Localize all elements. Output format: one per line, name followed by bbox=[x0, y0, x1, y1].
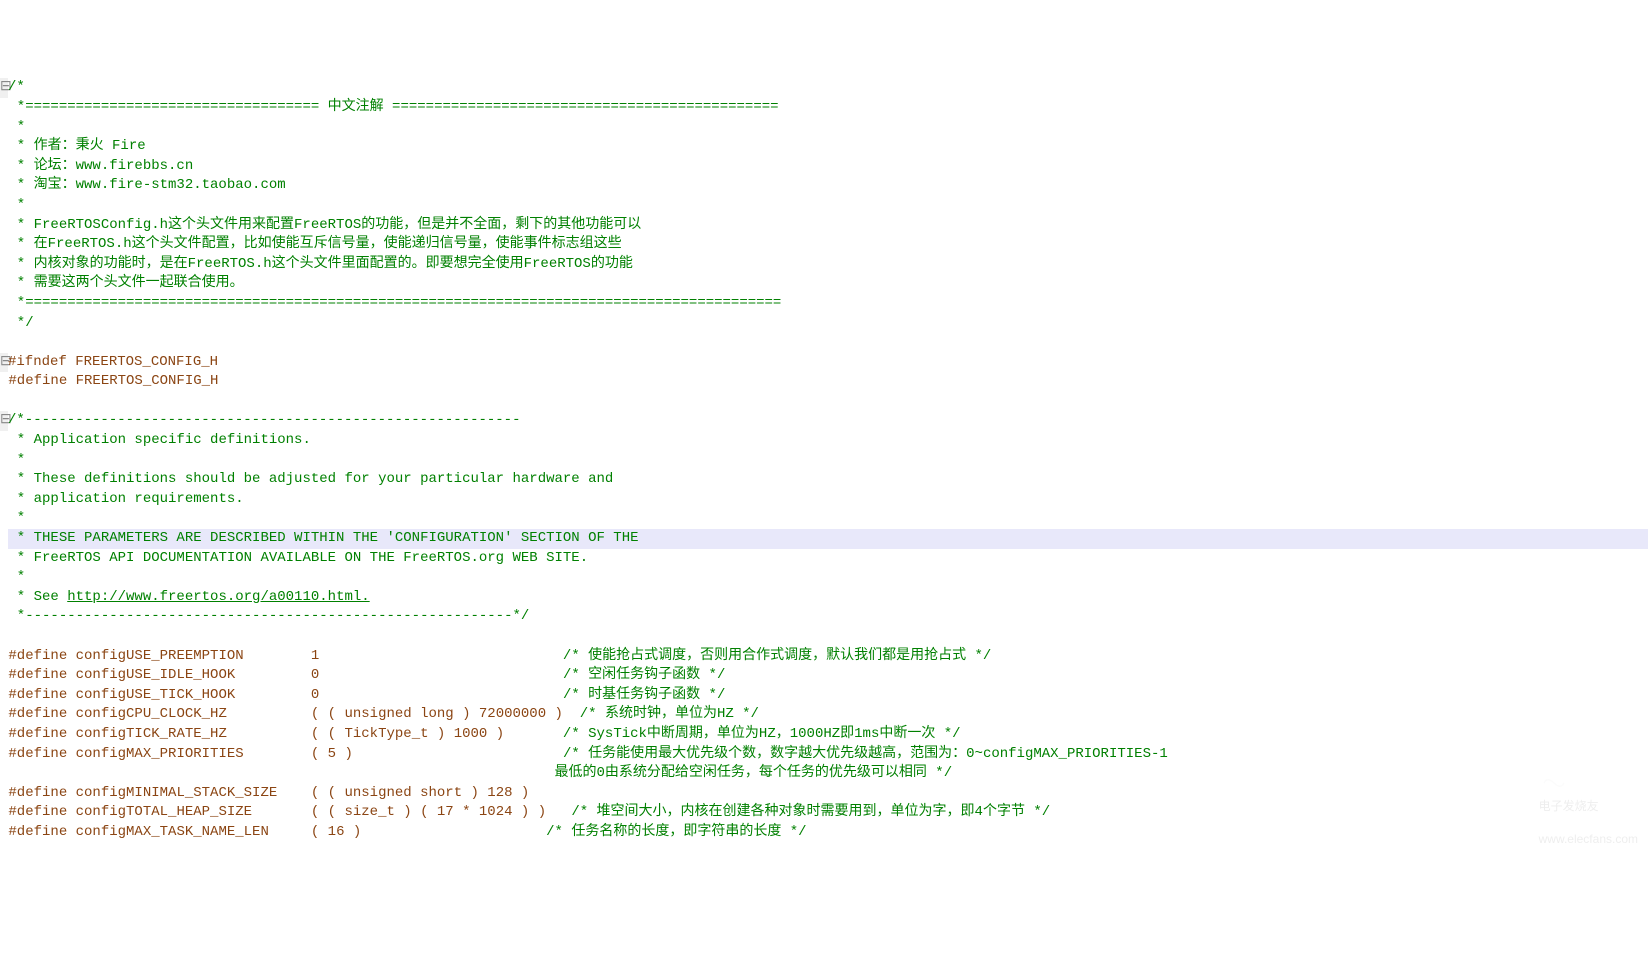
define-keyword: #define bbox=[8, 667, 67, 683]
preprocessor-ifndef: #ifndef FREERTOS_CONFIG_H bbox=[8, 354, 218, 370]
comment-line: * application requirements. bbox=[8, 491, 243, 507]
fold-gutter[interactable]: ⊟ bbox=[0, 353, 8, 373]
macro-name: configUSE_PREEMPTION bbox=[76, 648, 244, 664]
macro-name: configUSE_TICK_HOOK bbox=[76, 687, 236, 703]
comment-line: * 需要这两个头文件一起联合使用。 bbox=[8, 275, 243, 291]
define-keyword: #define bbox=[8, 687, 67, 703]
macro-value: ( ( unsigned long ) 72000000 ) bbox=[311, 706, 563, 722]
comment-line: *=================================== 中文注… bbox=[8, 99, 778, 115]
comment-line: * bbox=[8, 510, 25, 526]
comment-line: /* bbox=[8, 79, 25, 95]
comment-line: * bbox=[8, 197, 25, 213]
inline-comment: /* 系统时钟，单位为HZ */ bbox=[580, 706, 759, 722]
macro-name: configMAX_PRIORITIES bbox=[76, 746, 244, 762]
comment-line: * Application specific definitions. bbox=[8, 432, 310, 448]
documentation-link[interactable]: http://www.freertos.org/a00110.html. bbox=[67, 589, 369, 605]
inline-comment: /* 时基任务钩子函数 */ bbox=[563, 687, 725, 703]
comment-line: * FreeRTOSConfig.h这个头文件用来配置FreeRTOS的功能，但… bbox=[8, 217, 641, 233]
comment-line: */ bbox=[8, 315, 33, 331]
comment-line: * These definitions should be adjusted f… bbox=[8, 471, 613, 487]
inline-comment: /* 堆空间大小，内核在创建各种对象时需要用到，单位为字，即4个字节 */ bbox=[571, 804, 1050, 820]
macro-name: configTOTAL_HEAP_SIZE bbox=[76, 804, 252, 820]
define-keyword: #define bbox=[8, 648, 67, 664]
comment-line: * 作者：秉火 Fire bbox=[8, 138, 145, 154]
inline-comment: /* 任务名称的长度，即字符串的长度 */ bbox=[546, 824, 806, 840]
comment-line: * bbox=[8, 452, 25, 468]
comment-line: * bbox=[8, 119, 25, 135]
macro-value: 0 bbox=[311, 687, 319, 703]
macro-name: configTICK_RATE_HZ bbox=[76, 726, 227, 742]
comment-line: * 内核对象的功能时，是在FreeRTOS.h这个头文件里面配置的。即要想完全使… bbox=[8, 256, 632, 272]
comment-line: /*--------------------------------------… bbox=[8, 412, 520, 428]
preprocessor-define: #define FREERTOS_CONFIG_H bbox=[8, 373, 218, 389]
comment-line: * See bbox=[8, 589, 67, 605]
macro-name: configMINIMAL_STACK_SIZE bbox=[76, 785, 278, 801]
comment-line: *---------------------------------------… bbox=[8, 608, 529, 624]
code-editor-view: ⊟/* *===================================… bbox=[0, 78, 1648, 842]
fold-gutter[interactable]: ⊟ bbox=[0, 78, 8, 98]
inline-comment-cont: 最低的0由系统分配给空闲任务，每个任务的优先级可以相同 */ bbox=[555, 765, 953, 781]
macro-value: ( 16 ) bbox=[311, 824, 361, 840]
comment-line: * THESE PARAMETERS ARE DESCRIBED WITHIN … bbox=[8, 530, 638, 546]
macro-name: configMAX_TASK_NAME_LEN bbox=[76, 824, 269, 840]
define-keyword: #define bbox=[8, 824, 67, 840]
macro-value: 0 bbox=[311, 667, 319, 683]
inline-comment: /* 使能抢占式调度，否则用合作式调度，默认我们都是用抢占式 */ bbox=[563, 648, 991, 664]
define-keyword: #define bbox=[8, 706, 67, 722]
comment-line: * 淘宝：www.fire-stm32.taobao.com bbox=[8, 177, 285, 193]
define-keyword: #define bbox=[8, 746, 67, 762]
fold-gutter[interactable]: ⊟ bbox=[0, 411, 8, 431]
comment-line: * FreeRTOS API DOCUMENTATION AVAILABLE O… bbox=[8, 550, 588, 566]
comment-line: *=======================================… bbox=[8, 295, 781, 311]
comment-line: * 在FreeRTOS.h这个头文件配置，比如使能互斥信号量，使能递归信号量，使… bbox=[8, 236, 621, 252]
comment-line: * 论坛：www.firebbs.cn bbox=[8, 158, 193, 174]
macro-value: ( ( size_t ) ( 17 * 1024 ) ) bbox=[311, 804, 546, 820]
macro-value: ( 5 ) bbox=[311, 746, 353, 762]
highlighted-line: * THESE PARAMETERS ARE DESCRIBED WITHIN … bbox=[8, 529, 1648, 549]
macro-name: configCPU_CLOCK_HZ bbox=[76, 706, 227, 722]
macro-value: ( ( unsigned short ) 128 ) bbox=[311, 785, 529, 801]
define-keyword: #define bbox=[8, 785, 67, 801]
inline-comment: /* SysTick中断周期，单位为HZ，1000HZ即1ms中断一次 */ bbox=[563, 726, 961, 742]
macro-value: 1 bbox=[311, 648, 319, 664]
inline-comment: /* 空闲任务钩子函数 */ bbox=[563, 667, 725, 683]
macro-value: ( ( TickType_t ) 1000 ) bbox=[311, 726, 504, 742]
define-keyword: #define bbox=[8, 726, 67, 742]
comment-line: * bbox=[8, 569, 25, 585]
define-keyword: #define bbox=[8, 804, 67, 820]
macro-name: configUSE_IDLE_HOOK bbox=[76, 667, 236, 683]
inline-comment: /* 任务能使用最大优先级个数，数字越大优先级越高，范围为：0~configMA… bbox=[563, 746, 1168, 762]
